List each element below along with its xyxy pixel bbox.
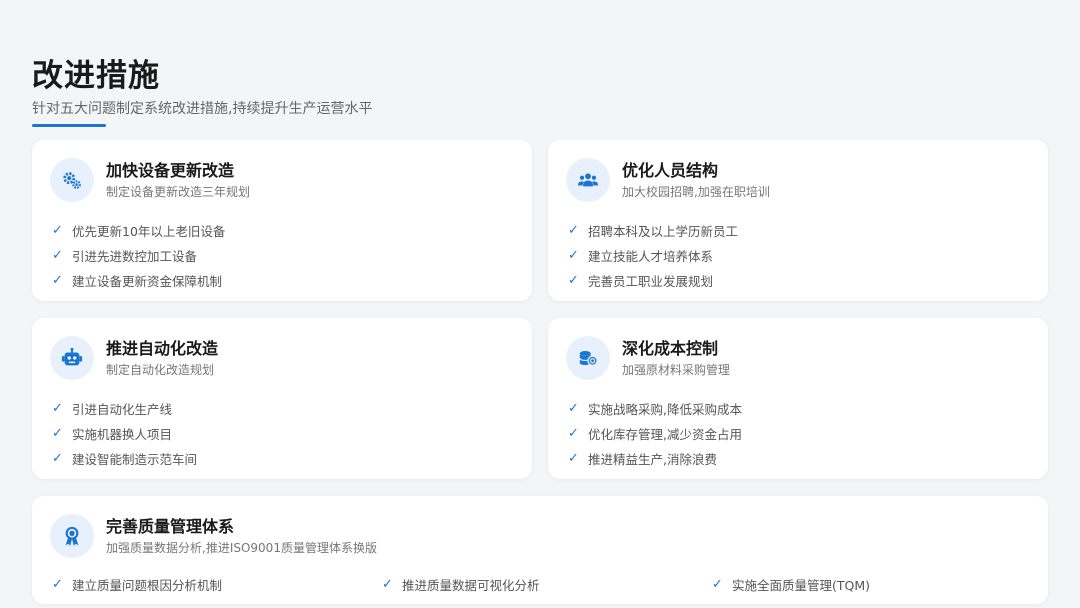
award-icon (50, 514, 94, 558)
card-cost-control: 深化成本控制 加强原材料采购管理 ✓ 实施战略采购,降低采购成本 ✓ 优化库存管理,… (548, 318, 1048, 479)
card-items: ✓ 建立质量问题根因分析机制 ✓ 推进质量数据可视化分析 ✓ 实施全面质量管理(TQM… (52, 572, 1042, 597)
check-icon: ✓ (52, 577, 63, 592)
list-item: ✓ 招聘本科及以上学历新员工 (568, 218, 738, 243)
item-text: 招聘本科及以上学历新员工 (588, 224, 739, 239)
card-title: 深化成本控制 (622, 338, 719, 358)
list-item: ✓ 优先更新10年以上老旧设备 (52, 218, 225, 243)
gears-icon (50, 158, 94, 202)
card-items: ✓ 引进自动化生产线 ✓ 实施机器换人项目 ✓ 建设智能制造示范车间 (52, 396, 197, 471)
item-text: 推进质量数据可视化分析 (402, 578, 540, 593)
card-items: ✓ 实施战略采购,降低采购成本 ✓ 优化库存管理,减少资金占用 ✓ 推进精益生产,消除… (568, 396, 742, 471)
card-subtitle: 制定自动化改造规划 (106, 362, 215, 377)
card-staff-structure: 优化人员结构 加大校园招聘,加强在职培训 ✓ 招聘本科及以上学历新员工 ✓ 建立技能… (548, 140, 1048, 301)
item-text: 推进精益生产,消除浪费 (588, 452, 717, 467)
check-icon: ✓ (52, 401, 63, 416)
check-icon: ✓ (568, 248, 579, 263)
card-automation: 推进自动化改造 制定自动化改造规划 ✓ 引进自动化生产线 ✓ 实施机器换人项目 ✓ 建… (32, 318, 532, 479)
list-item: ✓ 实施全面质量管理(TQM) (712, 572, 1042, 597)
check-icon: ✓ (52, 451, 63, 466)
item-text: 建立质量问题根因分析机制 (72, 578, 223, 593)
check-icon: ✓ (568, 223, 579, 238)
check-icon: ✓ (568, 451, 579, 466)
item-text: 建立技能人才培养体系 (588, 249, 714, 264)
list-item: ✓ 引进先进数控加工设备 (52, 243, 225, 268)
page-subtitle: 针对五大问题制定系统改进措施,持续提升生产运营水平 (32, 101, 373, 117)
card-subtitle: 制定设备更新改造三年规划 (106, 184, 251, 199)
list-item: ✓ 建立质量问题根因分析机制 (52, 572, 382, 597)
card-subtitle: 加大校园招聘,加强在职培训 (622, 184, 770, 199)
card-quality-system: 完善质量管理体系 加强质量数据分析,推进ISO9001质量管理体系换版 ✓ 建立质… (32, 496, 1048, 604)
card-title: 推进自动化改造 (106, 338, 219, 358)
title-underline (32, 124, 106, 127)
card-subtitle: 加强原材料采购管理 (622, 362, 731, 377)
list-item: ✓ 推进精益生产,消除浪费 (568, 446, 742, 471)
list-item: ✓ 推进质量数据可视化分析 (382, 572, 712, 597)
check-icon: ✓ (382, 577, 393, 592)
check-icon: ✓ (52, 273, 63, 288)
item-text: 实施全面质量管理(TQM) (732, 578, 871, 593)
card-equipment-upgrade: 加快设备更新改造 制定设备更新改造三年规划 ✓ 优先更新10年以上老旧设备 ✓ 引进… (32, 140, 532, 301)
item-text: 优化库存管理,减少资金占用 (588, 427, 742, 442)
list-item: ✓ 实施战略采购,降低采购成本 (568, 396, 742, 421)
card-title: 完善质量管理体系 (106, 516, 235, 536)
list-item: ✓ 完善员工职业发展规划 (568, 268, 738, 293)
card-title: 优化人员结构 (622, 160, 719, 180)
list-item: ✓ 优化库存管理,减少资金占用 (568, 421, 742, 446)
list-item: ✓ 建设智能制造示范车间 (52, 446, 197, 471)
item-text: 引进先进数控加工设备 (72, 249, 198, 264)
card-items: ✓ 招聘本科及以上学历新员工 ✓ 建立技能人才培养体系 ✓ 完善员工职业发展规划 (568, 218, 738, 293)
item-text: 建设智能制造示范车间 (72, 452, 198, 467)
check-icon: ✓ (568, 273, 579, 288)
page-title: 改进措施 (32, 58, 160, 94)
check-icon: ✓ (568, 426, 579, 441)
item-text: 建立设备更新资金保障机制 (72, 274, 223, 289)
item-text: 完善员工职业发展规划 (588, 274, 714, 289)
item-text: 实施机器换人项目 (72, 427, 173, 442)
robot-icon (50, 336, 94, 380)
page: 改进措施 针对五大问题制定系统改进措施,持续提升生产运营水平 加快设备更新改造 … (0, 0, 1080, 608)
check-icon: ✓ (568, 401, 579, 416)
item-text: 引进自动化生产线 (72, 402, 173, 417)
card-items: ✓ 优先更新10年以上老旧设备 ✓ 引进先进数控加工设备 ✓ 建立设备更新资金保障机制 (52, 218, 225, 293)
card-subtitle: 加强质量数据分析,推进ISO9001质量管理体系换版 (106, 540, 377, 555)
list-item: ✓ 建立技能人才培养体系 (568, 243, 738, 268)
card-title: 加快设备更新改造 (106, 160, 235, 180)
list-item: ✓ 建立设备更新资金保障机制 (52, 268, 225, 293)
users-icon (566, 158, 610, 202)
item-text: 实施战略采购,降低采购成本 (588, 402, 742, 417)
check-icon: ✓ (52, 223, 63, 238)
check-icon: ✓ (52, 426, 63, 441)
check-icon: ✓ (712, 577, 723, 592)
list-item: ✓ 引进自动化生产线 (52, 396, 197, 421)
check-icon: ✓ (52, 248, 63, 263)
list-item: ✓ 实施机器换人项目 (52, 421, 197, 446)
coins-icon (566, 336, 610, 380)
item-text: 优先更新10年以上老旧设备 (72, 224, 226, 239)
